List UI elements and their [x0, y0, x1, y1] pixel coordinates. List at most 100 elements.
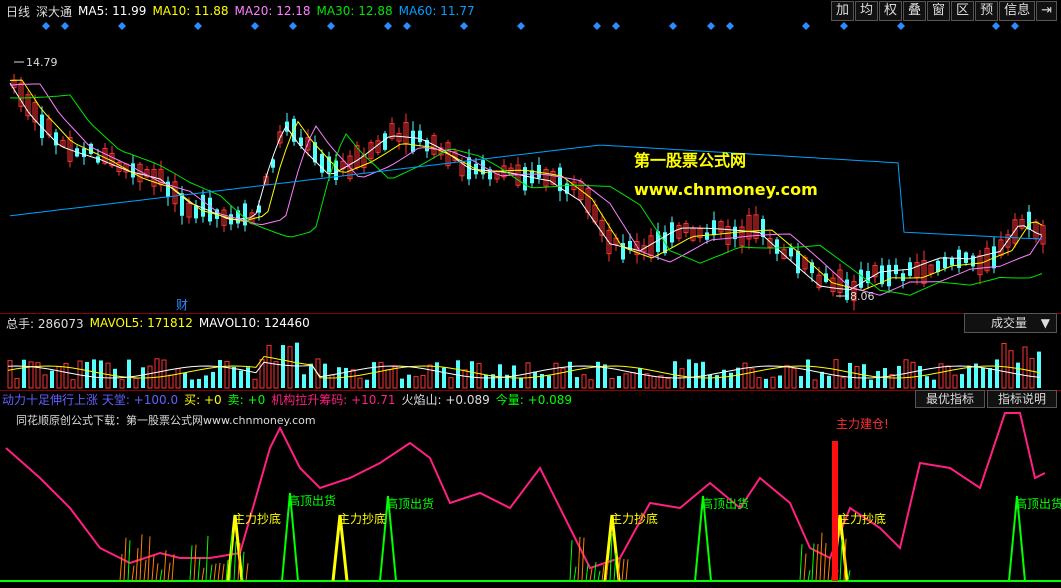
volume-bar [742, 362, 748, 389]
signal-spike [593, 562, 597, 582]
signal-spike [597, 570, 601, 582]
event-diamond-icon [327, 22, 335, 30]
signal-spike [147, 536, 151, 582]
divider [0, 313, 1061, 314]
ma20-value: MA20: 12.18 [234, 4, 311, 18]
event-diamond-icon [517, 22, 525, 30]
volume-bar [161, 359, 167, 389]
chevron-down-icon: ▼ [1040, 316, 1050, 330]
toolbar-average-button[interactable]: 均 [854, 1, 878, 21]
volume-bar [581, 374, 587, 389]
volume-bar [413, 376, 419, 389]
signal-spike [151, 555, 155, 582]
toolbar-info-button[interactable]: 信息 [999, 1, 1036, 21]
toolbar-add-button[interactable]: 加 [830, 1, 854, 21]
volume-bar [498, 364, 502, 388]
toolbar-range-button[interactable]: 区 [951, 1, 975, 21]
volume-bar [1022, 346, 1028, 389]
volume-bar [476, 362, 482, 389]
ma60-value: MA60: 11.77 [398, 4, 475, 18]
signal-spike [589, 568, 593, 582]
event-diamond-icon [1011, 22, 1019, 30]
signal-spike [819, 532, 823, 582]
volume-indicator-select[interactable]: 成交量 ▼ [964, 313, 1057, 333]
event-diamond-icon [802, 22, 810, 30]
event-diamond-icon [840, 22, 848, 30]
volume-bar [862, 364, 866, 388]
watermark-url: www.chnmoney.com [634, 180, 818, 199]
indicator-heaven: 动力十足伸行上涨 天堂: +100.0 [2, 392, 179, 407]
bottom-signal-label: 主力抄底 [338, 511, 386, 526]
candle-body [705, 232, 709, 240]
indicator-chart[interactable]: 高顶出货 高顶出货 高顶出货 高顶出货主力抄底 主力抄底 主力抄底 主力抄底 主力建仓! [0, 408, 1061, 588]
volume-bar [211, 371, 215, 388]
watermark-title: 第一股票公式网 [634, 151, 747, 170]
volume-bar [575, 377, 579, 388]
volume-bar [252, 378, 258, 389]
period-label[interactable]: 日线 [6, 3, 30, 20]
volume-bar [239, 370, 243, 388]
volume-bar [385, 369, 391, 389]
signal-spike [213, 563, 217, 582]
volume-bar [448, 377, 454, 389]
signal-spike [847, 570, 851, 582]
signal-spike [209, 564, 213, 582]
volume-bar [309, 363, 313, 388]
volume-bar [147, 365, 153, 389]
volume-bar [876, 370, 880, 388]
indicator-today-volume: 今量: +0.089 [495, 392, 573, 407]
signal-spike [827, 557, 831, 582]
candle-body [901, 273, 905, 281]
volume-bar [925, 376, 929, 388]
event-diamond-icon [897, 22, 905, 30]
top-signal-label: 高顶出货 [1015, 496, 1061, 511]
volume-bar [806, 359, 810, 388]
volume-bar [784, 364, 790, 389]
volume-bar [273, 361, 279, 389]
signal-spike [839, 539, 843, 582]
volume-bar [56, 366, 62, 389]
volume-bar [827, 375, 831, 388]
indicator-help-button[interactable]: 指标说明 [986, 390, 1057, 408]
candlestick-chart[interactable]: 14.79 8.06 财 [0, 22, 1061, 312]
bottom-signal-label: 主力抄底 [233, 511, 281, 526]
volume-bar [462, 369, 468, 389]
volume-bar [756, 377, 762, 389]
toolbar-forecast-button[interactable]: 预 [975, 1, 999, 21]
top-signal-label: 高顶出货 [386, 496, 434, 511]
volume-bar [869, 379, 873, 388]
volume-chart[interactable] [0, 332, 1061, 390]
volume-bar [1001, 343, 1007, 389]
indicator-institution: 机构拉升筹码: +10.71 [271, 392, 396, 407]
volume-bar [99, 360, 103, 388]
toolbar-expand-icon[interactable]: ⇥ [1036, 1, 1057, 21]
toolbar-window-button[interactable]: 窗 [927, 1, 951, 21]
volume-bar [287, 346, 293, 389]
volume-bar [1008, 350, 1014, 389]
volume-bar [638, 368, 642, 388]
candle-body [859, 269, 863, 288]
volume-header: 总手: 286073 MAVOL5: 171812 MAVOL10: 12446… [6, 316, 310, 331]
price-high-label: 14.79 [26, 56, 58, 69]
event-diamond-icon [460, 22, 468, 30]
indicator-buttons: 最优指标 指标说明 [913, 390, 1057, 408]
candle-body [208, 197, 212, 222]
volume-bar [694, 363, 698, 388]
indicator-buy: 买: +0 [184, 392, 222, 407]
toolbar-rights-button[interactable]: 权 [879, 1, 903, 21]
signal-spike [233, 541, 237, 582]
candle-body [201, 194, 205, 217]
toolbar-overlay-button[interactable]: 叠 [903, 1, 927, 21]
volume-bar [7, 360, 13, 389]
candle-body [887, 264, 891, 287]
volume-bar [918, 365, 922, 388]
volume-bar [183, 372, 187, 388]
volume-bar [175, 368, 181, 389]
best-indicator-button[interactable]: 最优指标 [914, 390, 985, 408]
volume-bar [1037, 351, 1041, 388]
candle-body [131, 163, 135, 178]
volume-bar [133, 377, 139, 389]
volume-bar [456, 360, 460, 388]
volume-bar [967, 365, 971, 388]
candle-body [964, 252, 968, 264]
